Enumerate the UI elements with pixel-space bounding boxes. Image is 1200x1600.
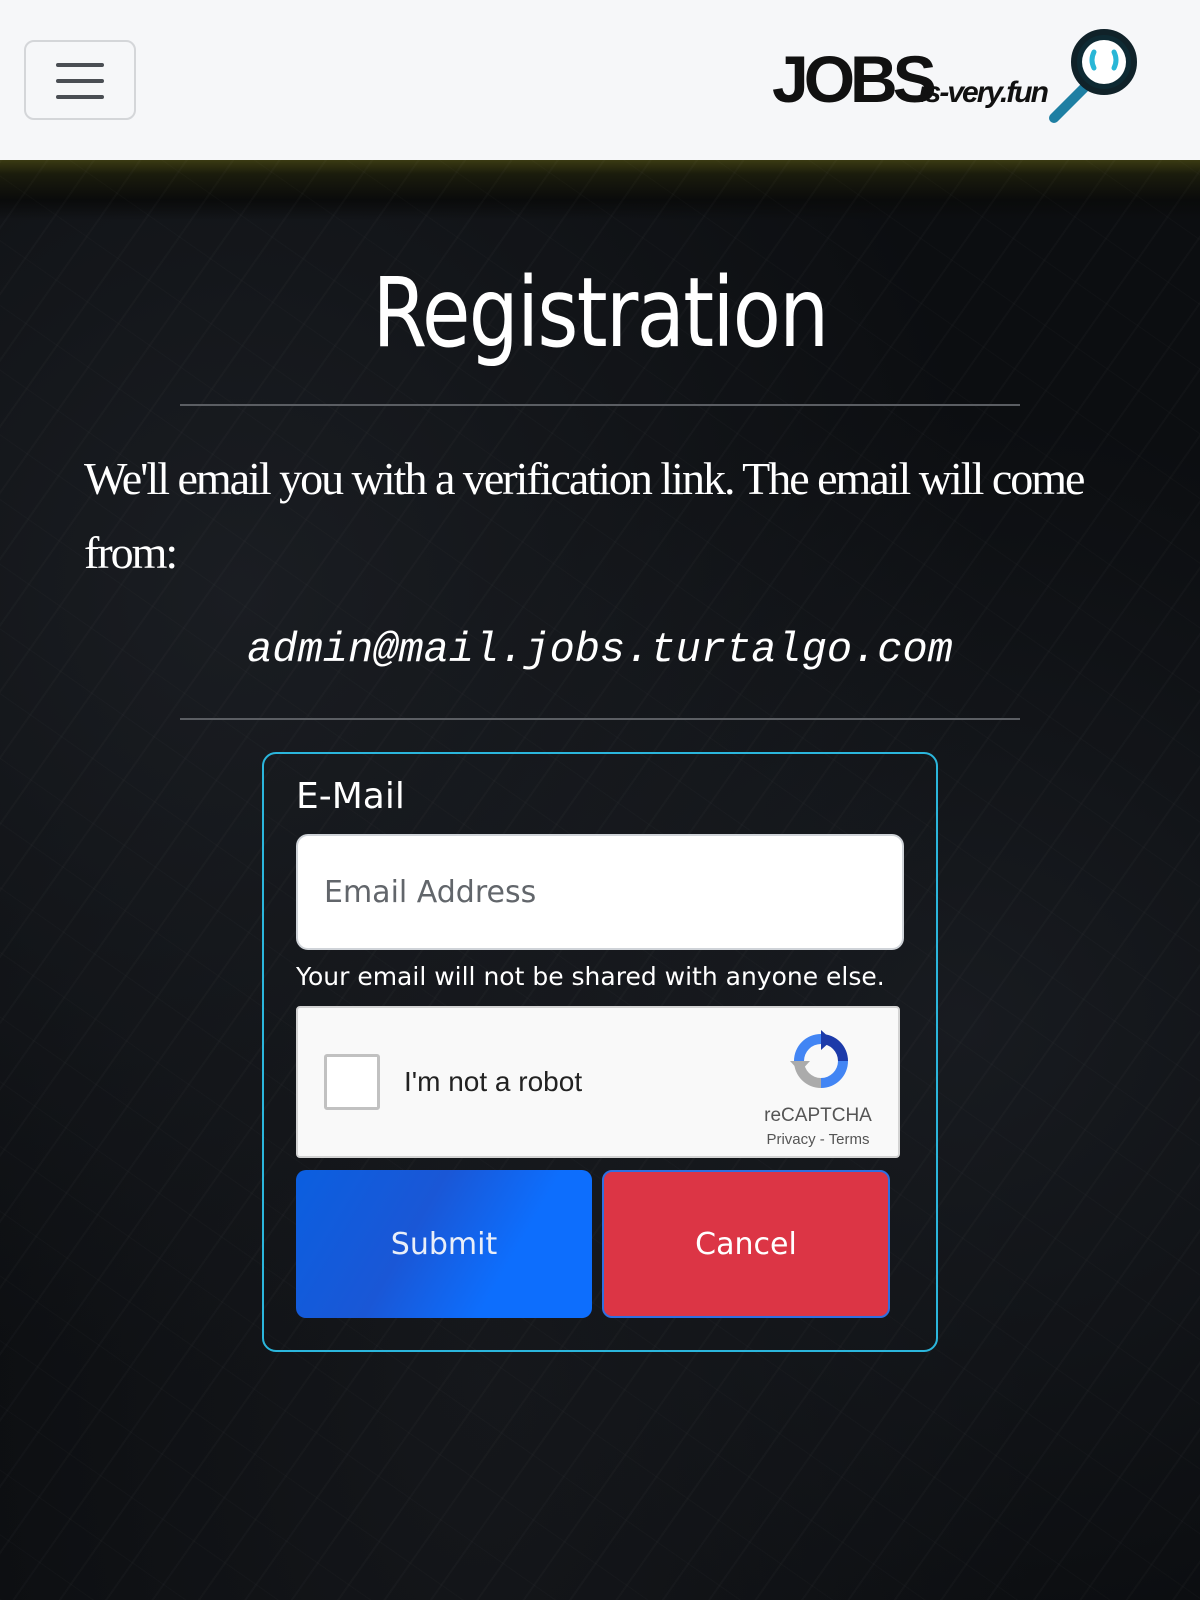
- intro-text: We'll email you with a verification link…: [84, 453, 1085, 578]
- email-help-text: Your email will not be shared with anyon…: [296, 962, 885, 991]
- submit-button[interactable]: Submit: [296, 1170, 592, 1318]
- brand-word: JOBS: [772, 42, 937, 116]
- menu-toggle-button[interactable]: [24, 40, 136, 120]
- divider: [180, 404, 1020, 406]
- hamburger-icon: [56, 63, 104, 99]
- cancel-button[interactable]: Cancel: [602, 1170, 890, 1318]
- brand-logo[interactable]: JOBS .is-very.fun: [772, 26, 1152, 126]
- divider: [180, 718, 1020, 720]
- recaptcha-checkbox[interactable]: [324, 1054, 380, 1110]
- brand-suffix: .is-very.fun: [912, 76, 1049, 109]
- email-label: E-Mail: [296, 776, 405, 817]
- navbar: JOBS .is-very.fun: [0, 0, 1200, 160]
- sender-email: admin@mail.jobs.turtalgo.com: [247, 626, 953, 674]
- recaptcha-widget: I'm not a robot reCAPTCHA Privacy - Term…: [296, 1006, 900, 1158]
- recaptcha-privacy-terms-link[interactable]: Privacy - Terms: [748, 1130, 888, 1150]
- magnifier-icon: [1049, 29, 1137, 123]
- email-input[interactable]: [296, 834, 904, 950]
- recaptcha-label: I'm not a robot: [404, 1066, 583, 1097]
- recaptcha-icon: [790, 1030, 848, 1088]
- page-title: Registration: [372, 257, 829, 369]
- recaptcha-brand: reCAPTCHA: [764, 1105, 872, 1126]
